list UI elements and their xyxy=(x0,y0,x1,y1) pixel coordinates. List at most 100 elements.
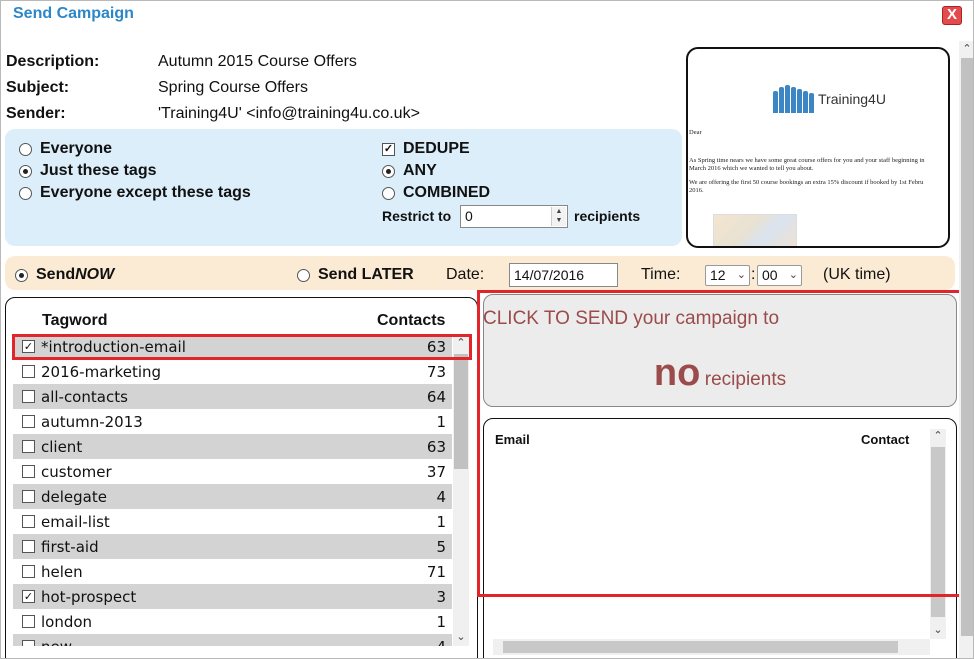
spinner-icon[interactable]: ▲ ▼ xyxy=(551,207,566,226)
tag-row[interactable]: helen 71 xyxy=(13,559,452,584)
chevron-up-icon[interactable]: ⌃ xyxy=(959,42,973,55)
tag-count: 3 xyxy=(436,587,446,606)
people-logo-icon xyxy=(773,85,814,113)
dedupe-label: DEDUPE xyxy=(403,140,470,157)
audience-everyone-option[interactable]: Everyone xyxy=(19,140,112,158)
tag-list: ✓ *introduction-email 63 2016-marketing 73 al… xyxy=(13,334,452,646)
tag-row[interactable]: autumn-2013 1 xyxy=(13,409,452,434)
scroll-thumb[interactable] xyxy=(961,58,973,636)
tag-name: email-list xyxy=(41,512,110,531)
checkbox-icon[interactable] xyxy=(22,390,35,403)
tag-row[interactable]: new4 xyxy=(13,634,452,646)
checkbox-icon[interactable] xyxy=(22,565,35,578)
restrict-value: 0 xyxy=(465,208,473,224)
tag-count: 5 xyxy=(436,537,446,556)
scroll-thumb[interactable] xyxy=(503,641,898,653)
option-label: Just these tags xyxy=(40,162,157,179)
time-label: Time: xyxy=(641,266,681,283)
tag-row[interactable]: email-list 1 xyxy=(13,509,452,534)
radio-icon xyxy=(382,186,395,200)
tag-count: 63 xyxy=(426,437,446,456)
date-input[interactable]: 14/07/2016 xyxy=(509,263,618,287)
tag-name: new xyxy=(41,638,392,647)
training4u-logo: Training4U xyxy=(773,85,886,113)
checkbox-icon[interactable] xyxy=(22,515,35,528)
tag-list-scrollbar[interactable]: ⌃ ⌄ xyxy=(453,334,469,646)
send-highlight-annotation xyxy=(477,290,967,597)
email-preview[interactable]: Training4U Dear As Spring time nears we … xyxy=(686,47,950,248)
tag-count: 1 xyxy=(436,512,446,531)
tag-row[interactable]: first-aid 5 xyxy=(13,534,452,559)
timezone-label: (UK time) xyxy=(823,266,891,283)
date-label: Date: xyxy=(446,266,485,283)
time-separator: : xyxy=(751,266,756,283)
subject-value: Spring Course Offers xyxy=(158,79,308,96)
tag-highlight-annotation xyxy=(12,334,472,360)
tag-count: 73 xyxy=(426,362,446,381)
tag-name: 2016-marketing xyxy=(41,362,162,381)
scroll-thumb[interactable] xyxy=(454,354,468,469)
tag-name: helen xyxy=(41,562,83,581)
tag-name: all-contacts xyxy=(41,387,128,406)
logo-text: Training4U xyxy=(818,91,886,107)
preview-line: March 2016 which we wanted to tell you a… xyxy=(689,165,814,172)
tag-row[interactable]: all-contacts 64 xyxy=(13,384,452,409)
send-later-option[interactable]: Send LATER xyxy=(297,266,414,284)
send-now-label: SendNOW xyxy=(36,266,115,283)
map-image xyxy=(713,214,797,246)
preview-line: Dear xyxy=(689,129,702,136)
send-later-label: Send LATER xyxy=(318,266,414,283)
chevron-down-icon: ⌄ xyxy=(736,269,746,281)
window-scrollbar[interactable]: ⌃ xyxy=(959,41,973,658)
radio-checked-icon xyxy=(382,164,395,178)
tag-name: london xyxy=(41,612,93,631)
match-any-option[interactable]: ANY xyxy=(382,162,437,180)
tag-row[interactable]: client 63 xyxy=(13,434,452,459)
tag-count: 71 xyxy=(426,562,446,581)
tag-count: 1 xyxy=(436,612,446,631)
chevron-down-icon[interactable]: ⌄ xyxy=(930,623,946,636)
chevron-down-icon[interactable]: ⌄ xyxy=(453,630,469,643)
option-label: Everyone except these tags xyxy=(40,184,251,201)
send-campaign-dialog: Send Campaign X Description: Autumn 2015… xyxy=(0,0,974,659)
tag-count: 64 xyxy=(426,387,446,406)
radio-checked-icon xyxy=(15,268,28,282)
chevron-down-icon: ⌄ xyxy=(788,269,798,281)
preview-line: We are offering the first 50 course book… xyxy=(689,179,924,186)
send-now-option[interactable]: SendNOW xyxy=(15,266,114,284)
hour-select[interactable]: 12 ⌄ xyxy=(705,265,750,286)
close-button[interactable]: X xyxy=(942,6,962,25)
minute-select[interactable]: 00 ⌄ xyxy=(757,265,802,286)
preview-line: As Spring time nears we have some great … xyxy=(689,157,925,164)
checkbox-icon[interactable] xyxy=(22,490,35,503)
sender-value: 'Training4U' <info@training4u.co.uk> xyxy=(158,105,420,122)
hour-value: 12 xyxy=(710,267,726,283)
checkbox-icon[interactable] xyxy=(22,415,35,428)
contacts-column-header: Contacts xyxy=(377,312,446,329)
minute-value: 00 xyxy=(762,267,778,283)
radio-icon xyxy=(19,142,32,156)
checkbox-icon[interactable] xyxy=(22,365,35,378)
tag-row[interactable]: london 1 xyxy=(13,609,452,634)
audience-except-tags-option[interactable]: Everyone except these tags xyxy=(19,184,251,202)
dedupe-checkbox[interactable]: ✓ DEDUPE xyxy=(382,140,470,158)
checkbox-icon[interactable] xyxy=(22,440,35,453)
tag-row[interactable]: customer 37 xyxy=(13,459,452,484)
description-label: Description: xyxy=(6,53,100,70)
tag-row[interactable]: delegate 4 xyxy=(13,484,452,509)
checkbox-icon[interactable] xyxy=(22,540,35,553)
tag-name: first-aid xyxy=(41,537,99,556)
match-combined-option[interactable]: COMBINED xyxy=(382,184,490,202)
checkbox-icon[interactable] xyxy=(22,615,35,628)
tag-name: hot-prospect xyxy=(41,587,137,606)
recipients-hscrollbar[interactable] xyxy=(493,639,930,655)
tag-row[interactable]: 2016-marketing 73 xyxy=(13,359,452,384)
restrict-label: Restrict to xyxy=(382,208,452,224)
check-icon[interactable]: ✓ xyxy=(22,590,35,603)
restrict-input[interactable]: 0 ▲ ▼ xyxy=(460,205,568,228)
tag-row[interactable]: ✓ hot-prospect 3 xyxy=(13,584,452,609)
audience-just-tags-option[interactable]: Just these tags xyxy=(19,162,156,180)
checkbox-icon[interactable] xyxy=(22,465,35,478)
checkbox-icon[interactable] xyxy=(22,640,35,646)
radio-checked-icon xyxy=(19,164,32,178)
